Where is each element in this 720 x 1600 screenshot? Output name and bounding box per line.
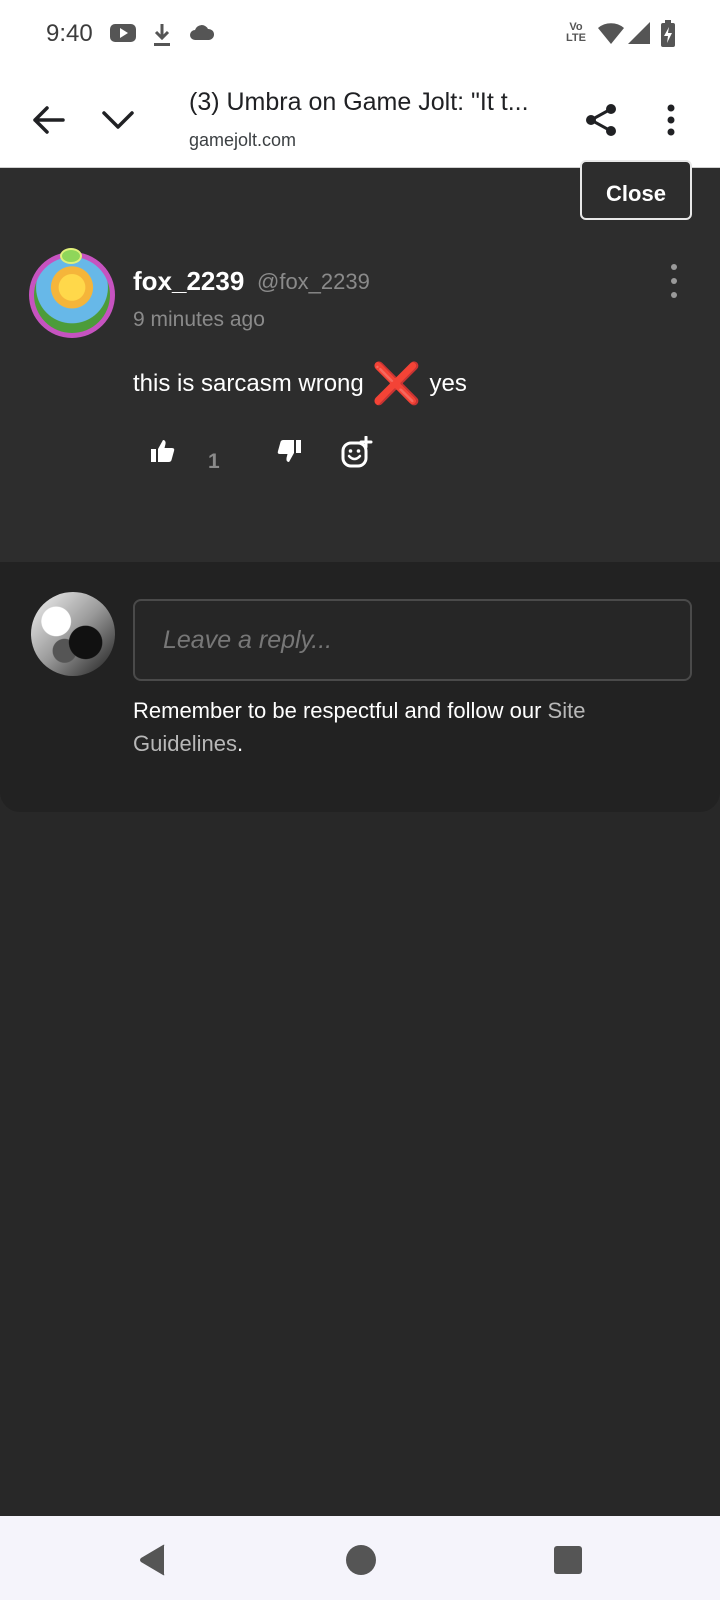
guidelines-end: . [236,731,244,756]
avatar-image [31,592,115,676]
dislike-button[interactable] [276,438,302,469]
status-time: 9:40 [46,20,93,47]
chevron-down-icon[interactable] [92,94,144,146]
nav-recents-icon[interactable] [550,1542,586,1578]
guidelines-text: Remember to be respectful and follow our [133,698,548,723]
share-icon[interactable] [575,94,627,146]
wifi-icon [598,22,624,51]
comment-timestamp[interactable]: 9 minutes ago [133,308,265,332]
current-user-avatar[interactable] [31,592,115,676]
download-icon [152,22,172,53]
nav-back-icon[interactable] [134,1542,170,1578]
comment-text-before: this is sarcasm wrong [133,370,364,397]
commenter-avatar[interactable] [29,252,115,338]
battery-charging-icon [660,20,676,53]
page-url[interactable]: gamejolt.com [189,130,296,151]
page-title[interactable]: (3) Umbra on Game Jolt: "It t... [189,88,539,117]
comment-username[interactable]: fox_2239 [133,266,244,297]
like-button[interactable] [150,438,176,469]
add-reaction-icon[interactable] [341,435,373,473]
comment-panel: Close fox_2239 @fox_2239 9 minutes ago t… [0,160,720,562]
signal-icon [628,22,652,51]
overflow-menu-icon[interactable] [645,94,697,146]
browser-toolbar: (3) Umbra on Game Jolt: "It t... gamejol… [0,72,720,168]
volte-icon: Vo LTE [566,21,586,44]
avatar-image [34,257,110,333]
youtube-icon [110,22,136,49]
reply-panel: Remember to be respectful and follow our… [0,562,720,812]
cloud-icon [189,22,215,49]
nav-home-icon[interactable] [343,1542,379,1578]
back-arrow-icon[interactable] [22,94,74,146]
system-nav-bar [0,1516,720,1600]
status-bar: 9:40 Vo LTE [0,0,720,72]
comment-text-after: yes [429,370,467,397]
avatar-badge-icon [60,248,82,264]
guidelines-notice: Remember to be respectful and follow our… [133,694,673,760]
close-button[interactable]: Close [580,160,692,220]
comment-more-options-icon[interactable] [664,264,684,298]
comment-handle[interactable]: @fox_2239 [257,269,370,295]
cross-mark-emoji: ❌ [371,362,422,406]
like-count: 1 [208,450,220,473]
comment-body: this is sarcasm wrong ❌ yes [133,364,467,404]
reply-input[interactable] [133,599,692,681]
